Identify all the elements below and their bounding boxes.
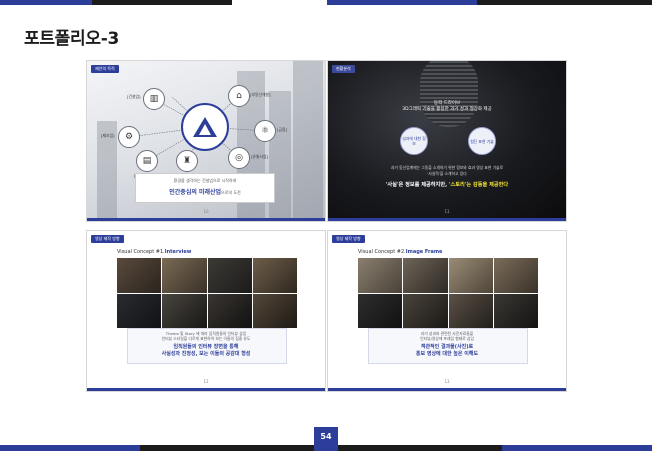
photo-thumb <box>252 293 297 328</box>
infra-icon: ♜ <box>176 150 198 172</box>
caption-big: 인간중심의 미래산업으로의 도전 <box>136 187 274 196</box>
heading-line-2: 3D그래픽 기술을 활용한 과거 성과 형상화 제공 <box>402 107 492 112</box>
node-label: [유통사업] <box>251 154 268 159</box>
circle-info: 성과에 대한 정보 <box>400 127 428 155</box>
building-icon: ▥ <box>143 88 165 110</box>
photo-thumb <box>403 293 448 328</box>
circle-tech: 첨단 표현 기술 <box>468 127 496 155</box>
photo-thumb <box>207 258 252 293</box>
slide-image-frame: 영상 제작 방향 Visual Concept #2.Image Frame 과… <box>327 230 567 392</box>
photo-thumb <box>117 258 162 293</box>
logo-icon <box>193 117 217 137</box>
vc-name: Image Frame <box>405 249 443 255</box>
slide-number: 10 <box>203 209 209 214</box>
microphone-image <box>420 61 478 127</box>
caption-small: 환경을 생각하는 건설업으로 시작하여 <box>173 178 237 183</box>
slide-tag: 영상 제작 방향 <box>91 235 124 243</box>
photo-thumb <box>117 293 162 328</box>
photo-thumb <box>448 258 493 293</box>
node-label: [부동산개발] <box>250 92 271 97</box>
archive-photo-grid <box>358 258 538 328</box>
slide-underline <box>87 388 325 391</box>
photo-thumb <box>448 293 493 328</box>
analysis-highlight: '사실'은 정보를 제공하지만, '스토리'는 감동을 제공한다 <box>328 181 566 188</box>
steel-icon: ▤ <box>136 150 158 172</box>
caption-text: 과거 성과와 관련된 사진자료들을 인터뷰/영상에 프레임 형태로 삽입 <box>328 331 566 341</box>
highlight-plain: '사실'은 정보를 제공하지만, <box>385 182 448 188</box>
photo-thumb <box>162 258 207 293</box>
photo-thumb <box>493 258 538 293</box>
highlight-yellow: '스토리'는 감동을 제공한다 <box>448 182 509 188</box>
node-label: [금융] <box>277 127 287 132</box>
vc-prefix: Visual Concept #2. <box>358 249 406 255</box>
photo-thumb <box>358 258 403 293</box>
slide-underline <box>87 218 325 221</box>
slide-tag: 현황분석 <box>332 65 355 73</box>
atom-icon: ⚛ <box>254 120 276 142</box>
photo-thumb <box>252 258 297 293</box>
slide-tag: 영상 제작 방향 <box>332 235 365 243</box>
slide-analysis: 현황분석 동력 드라이브 3D그래픽 기술을 활용한 과거 성과 형상화 제공 … <box>327 60 567 222</box>
node-label: [제조업] <box>101 133 115 138</box>
slide-purpose: 제안의 목적 ▥ [건설업] ⌂ [부동산개발] ⚙ [제조업] ⚛ [금융] … <box>86 60 326 222</box>
caption-line-2: 인터뷰/영상에 프레임 형태로 삽입 <box>420 336 474 341</box>
slide-number: 13 <box>444 379 450 384</box>
bold-line-2: 사실성과 진정성, 보는 이들의 공감대 형성 <box>161 351 251 357</box>
photo-thumb <box>358 293 403 328</box>
caption-highlight: 인간중심의 미래산업 <box>169 189 222 196</box>
top-accent-bar <box>0 0 652 5</box>
node-label: [건설업] <box>127 94 141 99</box>
vc-name: Interview <box>164 249 192 255</box>
bottom-accent-bar <box>0 445 652 451</box>
caption-box: 환경을 생각하는 건설업으로 시작하여 인간중심의 미래산업으로의 도전 <box>135 173 275 203</box>
slide-underline <box>328 388 566 391</box>
page-title: 포트폴리오-3 <box>24 29 119 49</box>
caption-line-2: 인터뷰 스타일을 다르게 표현하여 보는 이들의 집중 유도 <box>161 336 251 341</box>
slide-number: 12 <box>203 379 209 384</box>
slide-underline <box>328 218 566 221</box>
caption-bold: 임직원들의 인터뷰 장면을 통해 사실성과 진정성, 보는 이들의 공감대 형성 <box>87 344 325 358</box>
bold-line-1: 임직원들의 인터뷰 장면을 통해 <box>173 344 239 350</box>
caption-tail: 으로의 도전 <box>221 190 241 195</box>
bold-line-1: 객관적인 결과물(사진)로 <box>420 344 474 350</box>
logo-hub <box>181 103 229 151</box>
analysis-heading: 동력 드라이브 3D그래픽 기술을 활용한 과거 성과 형상화 제공 <box>328 101 566 113</box>
bold-line-2: 홍보 영상에 대한 높은 이해도 <box>415 351 479 357</box>
visual-concept-title: Visual Concept #2.Image Frame <box>358 249 442 255</box>
slide-number: 11 <box>444 209 450 214</box>
body-line-2: '사실적'을 소개하고 있다 <box>427 170 467 176</box>
house-icon: ⌂ <box>228 85 250 107</box>
page-number: 54 <box>314 427 338 445</box>
vc-prefix: Visual Concept #1. <box>117 249 165 255</box>
caption-text: Theme 및 Story 에 따라 임직원들의 인터뷰 삽입 인터뷰 스타일을… <box>87 331 325 341</box>
slide-interview: 영상 제작 방향 Visual Concept #1.Interview The… <box>86 230 326 392</box>
photo-thumb <box>403 258 448 293</box>
factory-icon: ⚙ <box>118 126 140 148</box>
energy-icon: ◎ <box>228 147 250 169</box>
visual-concept-title: Visual Concept #1.Interview <box>117 249 191 255</box>
interview-photo-grid <box>117 258 297 328</box>
photo-thumb <box>493 293 538 328</box>
photo-thumb <box>207 293 252 328</box>
photo-thumb <box>162 293 207 328</box>
analysis-body: 과거 동산업계에는 그동을 소개하기 위한 정보와 효과 영상 표현 기술로 '… <box>328 165 566 176</box>
caption-bold: 객관적인 결과물(사진)로 홍보 영상에 대한 높은 이해도 <box>328 344 566 358</box>
